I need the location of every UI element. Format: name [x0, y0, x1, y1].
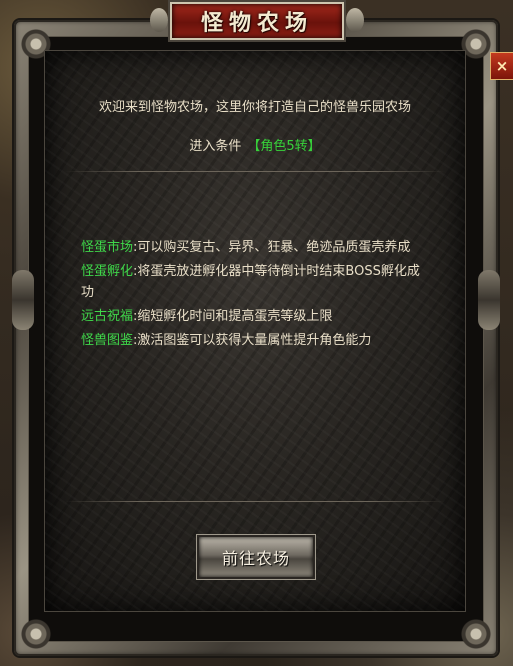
- dialog-title: 怪物农场: [200, 10, 313, 36]
- content-panel: 欢迎来到怪物农场，这里你将打造自己的怪兽乐园农场 进入条件 【角色5转】 怪蛋市场…: [44, 50, 466, 612]
- frame-corner-ornament: [18, 616, 54, 652]
- feature-item: 怪蛋孵化:将蛋壳放进孵化器中等待倒计时结束BOSS孵化成功: [81, 261, 421, 303]
- feature-name: 远古祝福: [81, 309, 134, 324]
- feature-item: 怪蛋市场:可以购买复古、异界、狂暴、绝迹品质蛋壳养成: [81, 237, 421, 258]
- close-button[interactable]: ×: [490, 52, 513, 80]
- entry-condition: 进入条件 【角色5转】: [45, 135, 465, 154]
- feature-item: 怪兽图鉴:激活图鉴可以获得大量属性提升角色能力: [81, 330, 421, 351]
- feature-list: 怪蛋市场:可以购买复古、异界、狂暴、绝迹品质蛋壳养成 怪蛋孵化:将蛋壳放进孵化器…: [81, 237, 421, 354]
- feature-desc: :缩短孵化时间和提高蛋壳等级上限: [133, 309, 333, 324]
- feature-desc: :激活图鉴可以获得大量属性提升角色能力: [133, 333, 372, 348]
- frame-side-ornament: [12, 270, 34, 330]
- feature-desc: :可以购买复古、异界、狂暴、绝迹品质蛋壳养成: [133, 240, 411, 255]
- title-plaque: 怪物农场: [150, 2, 364, 40]
- condition-value: 【角色5转】: [247, 139, 321, 154]
- divider: [65, 171, 445, 172]
- feature-name: 怪蛋孵化: [81, 264, 134, 279]
- divider: [65, 501, 445, 502]
- go-to-farm-button[interactable]: 前往农场: [197, 535, 315, 579]
- condition-label: 进入条件: [189, 139, 242, 154]
- intro-text: 欢迎来到怪物农场，这里你将打造自己的怪兽乐园农场: [98, 100, 411, 115]
- feature-item: 远古祝福:缩短孵化时间和提高蛋壳等级上限: [81, 306, 421, 327]
- frame-corner-ornament: [458, 616, 494, 652]
- close-icon: ×: [495, 56, 509, 75]
- feature-name: 怪兽图鉴: [81, 333, 134, 348]
- feature-name: 怪蛋市场: [81, 240, 134, 255]
- go-to-farm-label: 前往农场: [221, 549, 290, 568]
- frame-side-ornament: [478, 270, 500, 330]
